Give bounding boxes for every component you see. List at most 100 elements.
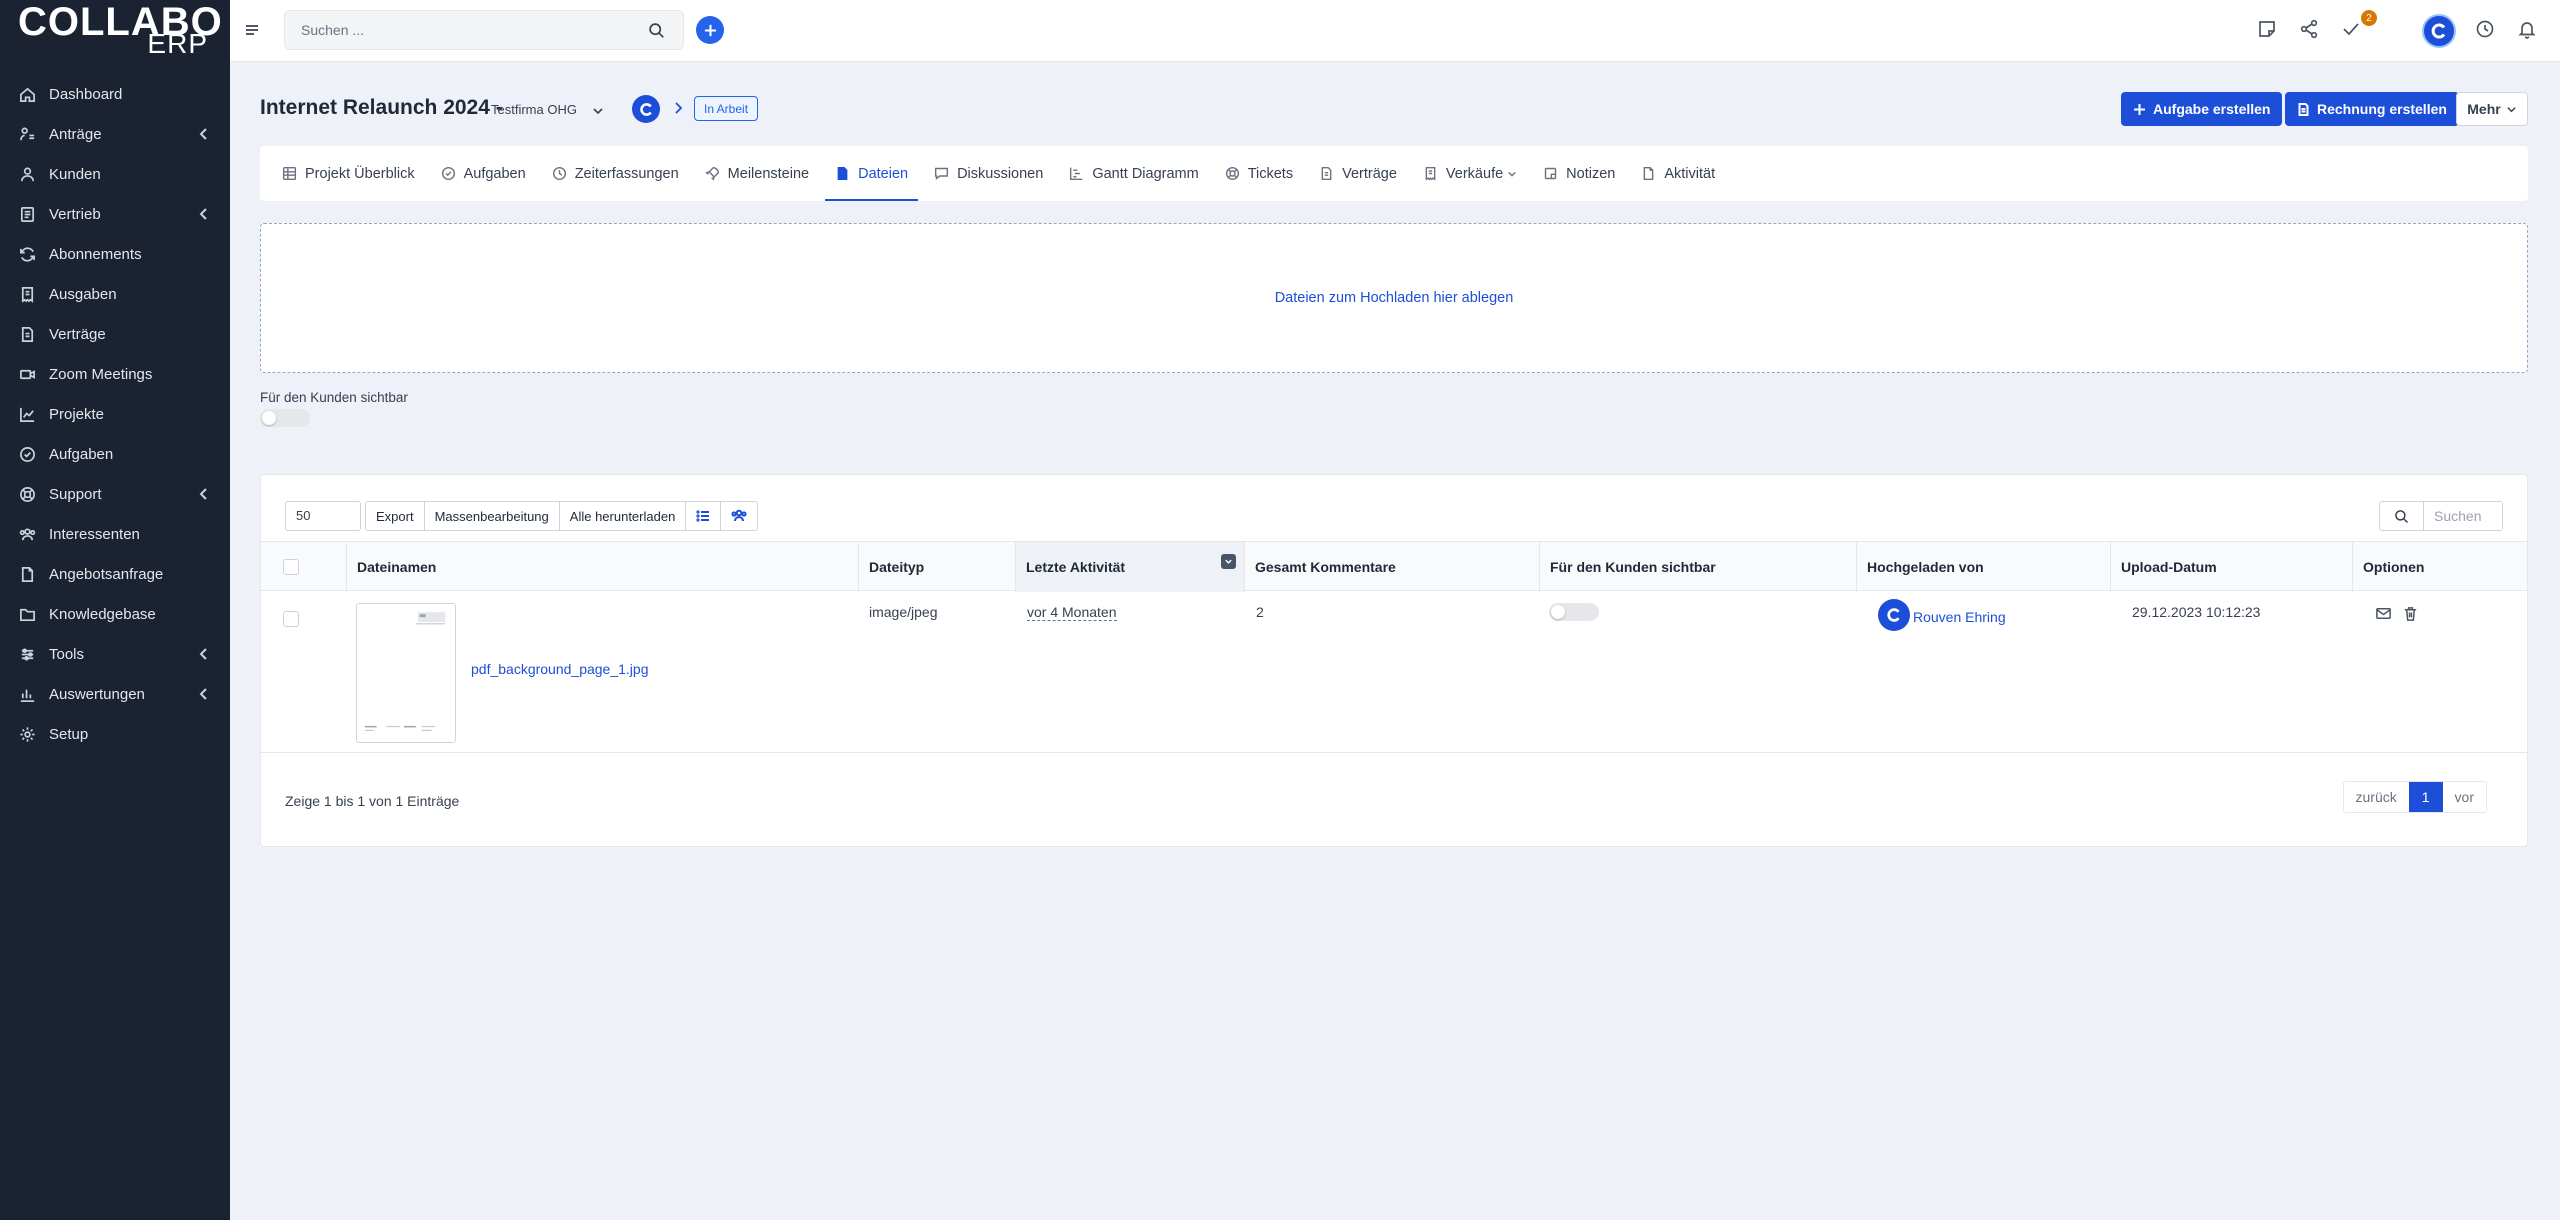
sidebar-item-tools[interactable]: Tools <box>0 634 230 674</box>
file-icon <box>837 166 848 181</box>
column-header-uploaded-by[interactable]: Hochgeladen von <box>1856 542 2110 592</box>
pagination-page[interactable]: 1 <box>2408 782 2443 812</box>
todo-check-icon[interactable] <box>2340 18 2362 40</box>
folder-icon <box>18 605 36 623</box>
menu-toggle-icon[interactable] <box>244 22 260 38</box>
share-icon[interactable] <box>2298 18 2320 40</box>
column-header-filename[interactable]: Dateinamen <box>346 542 858 592</box>
sidebar-item-support[interactable]: Support <box>0 474 230 514</box>
notes-icon[interactable] <box>2256 18 2278 40</box>
gear-icon <box>18 725 36 743</box>
column-header-last-activity[interactable]: Letzte Aktivität <box>1015 542 1244 592</box>
search-icon[interactable] <box>2380 502 2424 530</box>
file-dropzone[interactable]: Dateien zum Hochladen hier ablegen <box>260 223 2528 373</box>
last-activity[interactable]: vor 4 Monaten <box>1027 604 1117 621</box>
tab-gantt-diagramm[interactable]: Gantt Diagramm <box>1069 146 1199 201</box>
tab-verträge[interactable]: Verträge <box>1319 146 1397 201</box>
logo-sub-text: ERP <box>147 28 208 59</box>
sidebar-item-label: Auswertungen <box>49 685 145 703</box>
row-visibility-toggle[interactable] <box>1549 603 1599 621</box>
create-invoice-button[interactable]: Rechnung erstellen <box>2285 92 2459 126</box>
sidebar-item-label: Interessenten <box>49 525 140 543</box>
company-selector[interactable]: Testfirma OHG <box>491 102 577 117</box>
sidebar-item-zoom-meetings[interactable]: Zoom Meetings <box>0 354 230 394</box>
sidebar-item-verträge[interactable]: Verträge <box>0 314 230 354</box>
bulk-edit-button[interactable]: Massenbearbeitung <box>424 502 560 530</box>
chat-icon <box>935 167 949 180</box>
column-header-options: Optionen <box>2352 542 2527 592</box>
tab-label: Aktivität <box>1664 165 1716 182</box>
more-button[interactable]: Mehr <box>2456 92 2528 126</box>
page-length-select[interactable]: 50 <box>285 501 361 531</box>
export-button[interactable]: Export <box>366 502 425 530</box>
visibility-toggle[interactable] <box>260 409 310 427</box>
uploader-avatar[interactable] <box>1878 599 1910 631</box>
mail-icon[interactable] <box>2375 605 2393 623</box>
request-icon <box>18 125 36 143</box>
tab-projekt-überblick[interactable]: Projekt Überblick <box>282 146 415 201</box>
sidebar-item-interessenten[interactable]: Interessenten <box>0 514 230 554</box>
sidebar-item-setup[interactable]: Setup <box>0 714 230 754</box>
search-input[interactable] <box>285 11 625 49</box>
column-header-filetype[interactable]: Dateityp <box>858 542 1015 592</box>
tab-meilensteine[interactable]: Meilensteine <box>705 146 809 201</box>
project-member-avatar[interactable] <box>632 95 660 123</box>
project-title-wrap: Internet Relaunch 2024 - <box>260 96 503 120</box>
sort-desc-icon[interactable] <box>1221 554 1236 569</box>
tab-aktivität[interactable]: Aktivität <box>1641 146 1715 201</box>
tab-label: Verträge <box>1342 165 1397 182</box>
pagination-next[interactable]: vor <box>2442 782 2486 812</box>
sidebar-item-label: Anträge <box>49 125 102 143</box>
sidebar-item-vertrieb[interactable]: Vertrieb <box>0 194 230 234</box>
pagination-prev[interactable]: zurück <box>2343 782 2409 812</box>
sidebar-item-ausgaben[interactable]: Ausgaben <box>0 274 230 314</box>
select-all-checkbox[interactable] <box>283 559 299 575</box>
row-checkbox[interactable] <box>283 611 299 627</box>
members-view-button[interactable] <box>721 502 758 530</box>
download-all-button[interactable]: Alle herunterladen <box>559 502 687 530</box>
tab-tickets[interactable]: Tickets <box>1225 146 1293 201</box>
column-header-upload-date[interactable]: Upload-Datum <box>2110 542 2352 592</box>
tab-dateien[interactable]: Dateien <box>825 146 919 201</box>
sidebar-item-kunden[interactable]: Kunden <box>0 154 230 194</box>
file-thumbnail[interactable] <box>356 603 456 743</box>
chevron-left-icon <box>198 647 210 661</box>
search-icon[interactable] <box>648 22 665 39</box>
sidebar-item-dashboard[interactable]: Dashboard <box>0 74 230 114</box>
sidebar-item-auswertungen[interactable]: Auswertungen <box>0 674 230 714</box>
tab-verkäufe[interactable]: Verkäufe <box>1423 146 1517 201</box>
uploader-link[interactable]: Rouven Ehring <box>1913 609 2006 625</box>
quick-create-button[interactable] <box>696 16 724 44</box>
sidebar-item-abonnements[interactable]: Abonnements <box>0 234 230 274</box>
timer-icon[interactable] <box>2474 18 2496 40</box>
sidebar-item-aufgaben[interactable]: Aufgaben <box>0 434 230 474</box>
list-view-button[interactable] <box>686 502 722 530</box>
table-row: pdf_background_page_1.jpg image/jpeg vor… <box>261 591 2527 753</box>
contract-icon <box>21 326 33 342</box>
upload-date: 29.12.2023 10:12:23 <box>2132 604 2261 620</box>
sidebar-item-projekte[interactable]: Projekte <box>0 394 230 434</box>
trash-icon[interactable] <box>2402 605 2420 623</box>
sidebar-item-anträge[interactable]: Anträge <box>0 114 230 154</box>
table-search-input[interactable] <box>2424 502 2502 530</box>
user-avatar[interactable] <box>2422 14 2456 48</box>
column-header-visible[interactable]: Für den Kunden sichtbar <box>1539 542 1856 592</box>
tab-notizen[interactable]: Notizen <box>1543 146 1615 201</box>
file-type: image/jpeg <box>869 604 938 620</box>
status-badge[interactable]: In Arbeit <box>694 96 759 121</box>
tab-diskussionen[interactable]: Diskussionen <box>934 146 1043 201</box>
home-icon <box>18 85 36 103</box>
receipt-icon <box>21 286 33 303</box>
chevron-down-icon[interactable] <box>592 104 604 116</box>
sidebar-item-label: Abonnements <box>49 245 142 263</box>
tab-zeiterfassungen[interactable]: Zeiterfassungen <box>552 146 679 201</box>
bell-icon[interactable] <box>2516 18 2538 40</box>
sidebar-item-angebotsanfrage[interactable]: Angebotsanfrage <box>0 554 230 594</box>
file-name-link[interactable]: pdf_background_page_1.jpg <box>471 661 649 677</box>
tab-aufgaben[interactable]: Aufgaben <box>441 146 526 201</box>
create-task-button[interactable]: Aufgabe erstellen <box>2121 92 2283 126</box>
table-header: Dateinamen Dateityp Letzte Aktivität Ges… <box>261 541 2527 592</box>
app-logo[interactable]: COLLABO ERP <box>0 0 230 62</box>
column-header-comments[interactable]: Gesamt Kommentare <box>1244 542 1539 592</box>
sidebar-item-knowledgebase[interactable]: Knowledgebase <box>0 594 230 634</box>
